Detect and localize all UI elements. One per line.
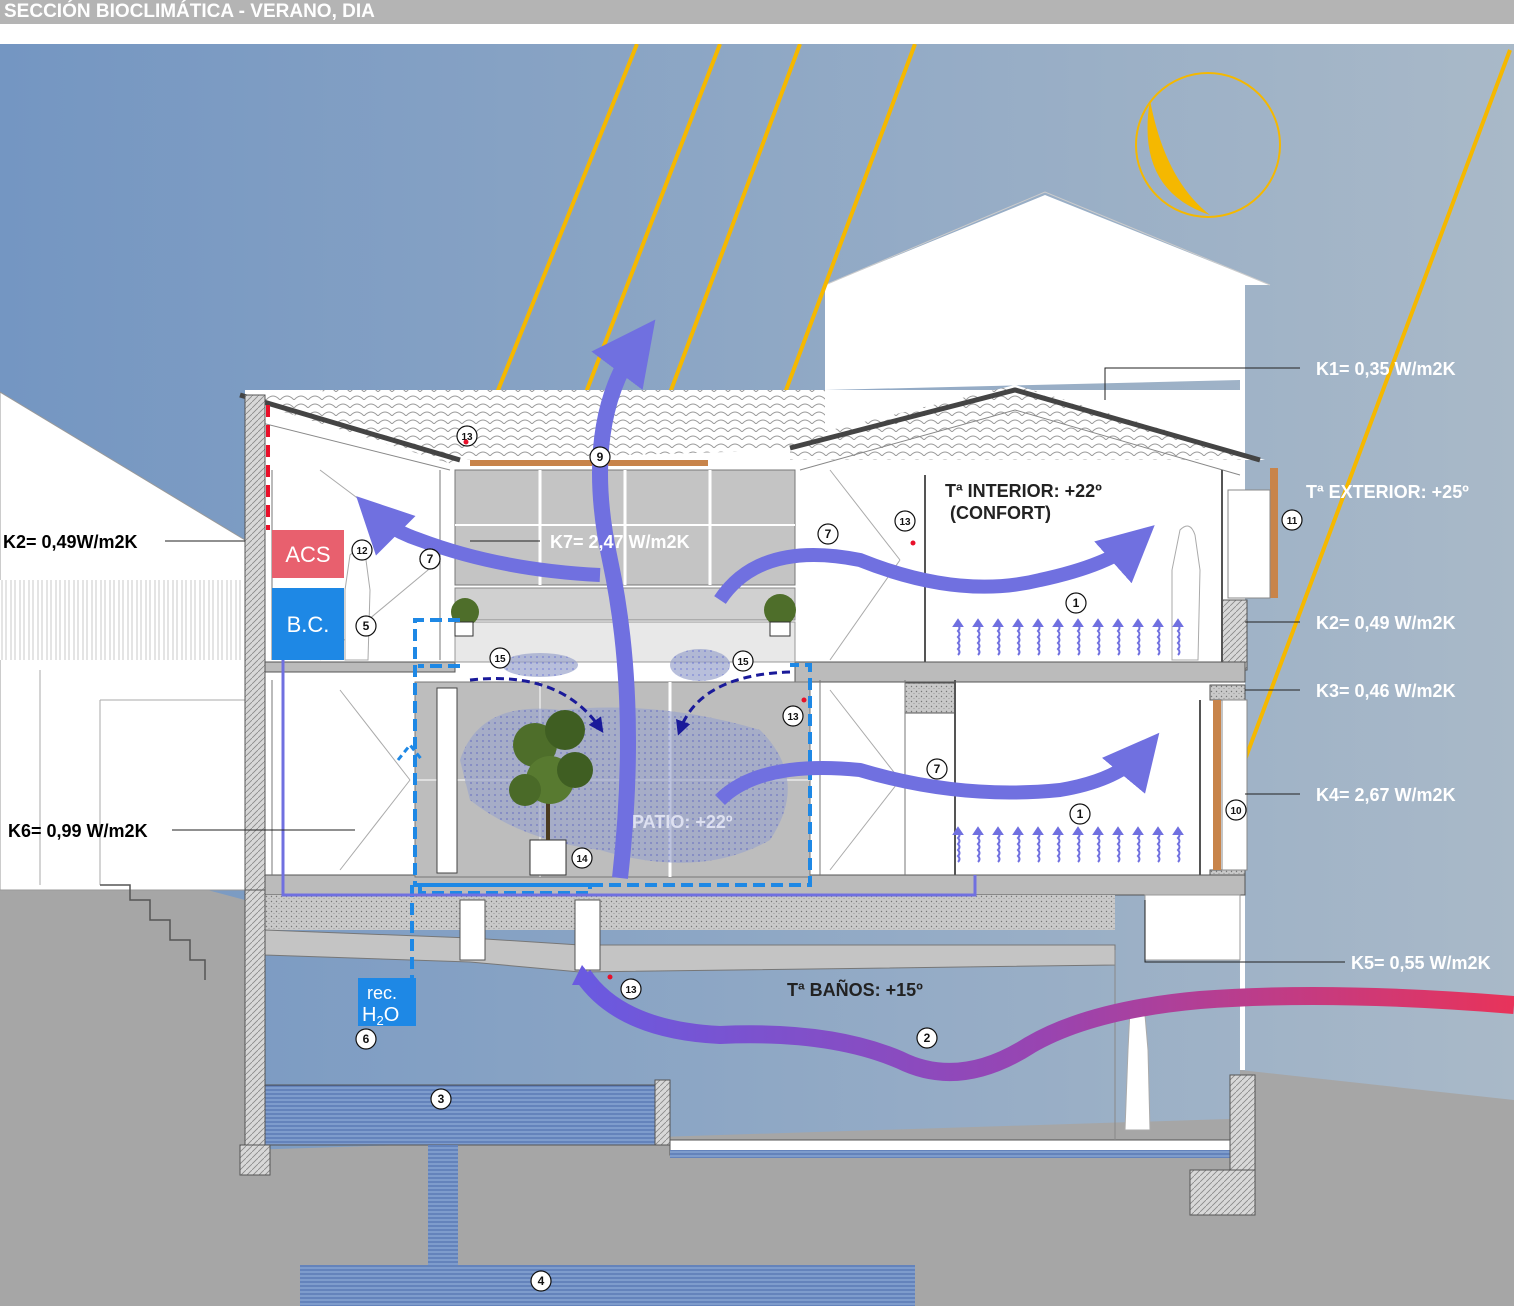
svg-text:13: 13 [625,985,637,996]
k2-left-label: K2= 0,49W/m2K [3,532,138,552]
svg-text:1: 1 [1077,807,1084,821]
marker-13: 13 [782,705,804,727]
marker-12: 12 [351,539,373,561]
title-bar: SECCIÓN BIOCLIMÁTICA - VERANO, DIA [0,0,1514,24]
ground-right [1240,1070,1514,1306]
water-tank [264,1084,666,1146]
marker-7: 7 [926,758,948,780]
marker-7: 7 [419,548,441,570]
cool-air-cloud [502,653,578,677]
well-pipe [428,1145,458,1265]
svg-text:10: 10 [1230,806,1242,817]
k2-right-label: K2= 0,49 W/m2K [1316,613,1456,633]
svg-text:12: 12 [356,546,368,557]
svg-text:5: 5 [363,619,370,633]
svg-text:13: 13 [899,517,911,528]
person-icon [344,550,371,661]
marker-3: 3 [430,1088,452,1110]
k1-label: K1= 0,35 W/m2K [1316,359,1456,379]
svg-text:11: 11 [1287,516,1298,527]
k4-label: K4= 2,67 W/m2K [1316,785,1456,805]
banos-temp-label: Tª BAÑOS: +15º [787,979,923,1000]
marker-14: 14 [571,847,593,869]
k7-label: K7= 2,47 W/m2K [550,532,690,552]
shading-element [470,460,708,466]
svg-text:7: 7 [427,552,434,566]
ground-left [0,888,245,1306]
patio-temp-label: PATIO: +22º [632,812,733,832]
marker-1: 1 [1065,592,1087,614]
svg-text:7: 7 [934,762,941,776]
marker-15: 15 [732,650,754,672]
marker-4: 4 [530,1270,552,1292]
acs-label: ACS [285,542,330,567]
rec-label: rec. [367,983,397,1003]
marker-13: 13 [894,510,916,532]
cool-air-cloud [670,649,730,681]
svg-text:2: 2 [924,1031,931,1045]
k5-label: K5= 0,55 W/m2K [1351,953,1491,973]
k3-label: K3= 0,46 W/m2K [1316,681,1456,701]
svg-text:6: 6 [363,1032,370,1046]
svg-text:14: 14 [576,854,588,865]
marker-5: 5 [355,615,377,637]
bc-label: B.C. [287,612,330,637]
marker-1: 1 [1069,803,1091,825]
marker-15: 15 [489,647,511,669]
diagram-canvas: SECCIÓN BIOCLIMÁTICA - VERANO, DIA ACS B… [0,0,1514,1306]
interior-comfort-label: (CONFORT) [950,503,1051,523]
diagram-title: SECCIÓN BIOCLIMÁTICA - VERANO, DIA [4,1,375,22]
marker-7: 7 [817,523,839,545]
marker-13: 13 [620,978,642,1000]
marker-10: 10 [1225,799,1247,821]
marker-11: 11 [1281,509,1303,531]
exterior-temp-label: Tª EXTERIOR: +25º [1306,482,1469,502]
k6-label: K6= 0,99 W/m2K [8,821,148,841]
marker-6: 6 [355,1028,377,1050]
svg-text:7: 7 [825,527,832,541]
svg-text:1: 1 [1073,596,1080,610]
interior-temp-label: Tª INTERIOR: +22º [945,481,1102,501]
svg-text:15: 15 [737,657,749,668]
marker-9: 9 [589,446,611,468]
bioclimatic-section: ACS B.C. rec. H2O K1= 0,35 W/m2K K2= 0,4… [0,44,1514,1306]
marker-2: 2 [916,1027,938,1049]
svg-text:3: 3 [438,1092,445,1106]
aquifer [300,1265,915,1306]
svg-text:15: 15 [494,654,506,665]
svg-text:13: 13 [787,712,799,723]
svg-text:4: 4 [538,1274,545,1288]
svg-text:9: 9 [597,450,604,464]
